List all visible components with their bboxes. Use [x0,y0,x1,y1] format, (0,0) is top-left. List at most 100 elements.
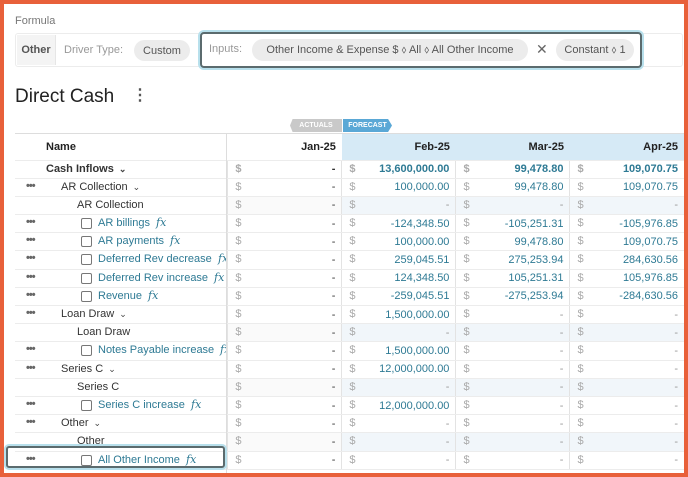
cell-feb[interactable]: $12,000,000.00 [341,360,456,379]
ellipsis-icon[interactable]: ••• [26,343,36,355]
col-header-mar[interactable]: Mar-25 [455,134,570,161]
cell-mar[interactable]: $ -105,251.31 [455,214,570,234]
cell-apr[interactable]: $ - [569,378,684,397]
row-name-cell[interactable]: Series C [15,378,228,397]
row-label[interactable]: All Other Income [98,454,180,466]
row-name-cell[interactable]: ••• Series C ⌄ [15,360,228,379]
ellipsis-icon[interactable]: ••• [26,289,36,301]
cell-mar[interactable]: $ - [455,414,570,434]
row-name-cell[interactable]: ••• Other ⌄ [15,414,228,434]
table-row[interactable]: Loan Draw $ - $ - $ - $ - [15,323,684,343]
cell-mar[interactable]: $99,478.80 [455,232,570,252]
ellipsis-icon[interactable]: ••• [26,271,36,283]
cell-mar[interactable]: $ - [455,378,570,397]
cell-apr[interactable]: $109,070.75 [569,178,684,197]
cell-feb[interactable]: $ - [341,323,456,343]
row-checkbox[interactable] [81,345,92,357]
fx-icon[interactable]: fx [148,289,158,302]
row-label[interactable]: AR billings [98,217,150,229]
inputs-field[interactable]: Inputs: Other Income & Expense $ ⬨ All ⬨… [200,32,642,68]
cell-feb[interactable]: $1,500,000.00 [341,305,456,325]
cell-jan[interactable]: $ - [227,287,342,307]
row-name-cell[interactable]: Loan Draw [15,323,228,343]
table-row[interactable]: ••• Series C ⌄ $ - $12,000,000.00 $ - $ - [15,360,684,379]
ellipsis-icon[interactable]: ••• [26,453,36,465]
ellipsis-icon[interactable]: ••• [26,362,36,374]
row-name-cell[interactable]: AR Collection [15,196,228,216]
table-row[interactable]: ••• All Other Income fx $ - $ - $ - $ - [15,451,684,470]
cell-jan[interactable]: $ - [227,178,342,197]
fx-icon[interactable]: fx [191,398,201,411]
row-name-cell[interactable]: ••• AR payments fx [15,232,228,252]
col-header-apr[interactable]: Apr-25 [569,134,684,161]
cell-jan[interactable]: $ - [227,396,342,416]
col-header-feb[interactable]: Feb-25 [341,134,456,161]
driver-type-chip[interactable]: Custom [134,40,190,61]
row-name-cell[interactable]: ••• Deferred Rev decrease fx [15,250,228,270]
cell-jan[interactable]: $ - [227,432,342,452]
cell-mar[interactable]: $ - [455,305,570,325]
cell-feb[interactable]: $ - [341,414,456,434]
input-chip-constant[interactable]: Constant ⬨ 1 [556,39,634,61]
ellipsis-icon[interactable]: ••• [26,180,36,192]
cell-apr[interactable]: $284,630.56 [569,250,684,270]
cell-apr[interactable]: $ - [569,396,684,416]
ellipsis-icon[interactable]: ••• [26,252,36,264]
cell-jan[interactable]: $ - [227,451,342,470]
clear-input-icon[interactable]: ✕ [536,41,548,58]
chevron-down-icon[interactable]: ⌄ [94,418,102,428]
row-label[interactable]: Series C increase [98,399,185,411]
row-name-cell[interactable]: ••• Revenue fx [15,287,228,307]
table-row[interactable]: ••• AR billings fx $ - $ -124,348.50 $ -105,251.… [15,214,684,234]
cell-jan[interactable]: $ - [227,305,342,325]
row-label[interactable]: Deferred Rev decrease [98,253,212,265]
row-name-cell[interactable]: ••• AR billings fx [15,214,228,234]
cell-jan[interactable]: $ - [227,232,342,252]
table-row[interactable]: •••Notes Payable increasefx$-$1,500,000.… [15,341,684,361]
row-label[interactable]: AR payments [98,235,164,247]
cell-mar[interactable]: $105,251.31 [455,269,570,288]
ellipsis-icon[interactable]: ••• [26,307,36,319]
table-row[interactable]: ••• Deferred Rev decrease fx $ - $259,045.51 $… [15,250,684,270]
cell-mar[interactable]: $ - [455,451,570,470]
cell-feb[interactable]: $1,500,000.00 [341,341,456,361]
cell-apr[interactable]: $ - [569,323,684,343]
ellipsis-icon[interactable]: ••• [26,216,36,228]
cell-mar[interactable]: $ - [455,341,570,361]
cell-apr[interactable]: $105,976.85 [569,269,684,288]
table-row[interactable]: AR Collection $ - $ - $ - $ - [15,196,684,216]
cell-jan[interactable]: $ - [227,214,342,234]
cell-apr[interactable]: $ -284,630.56 [569,287,684,307]
table-row[interactable]: ••• Revenue fx $ - $ -259,045.51 $ -275,253.94 $ -… [15,287,684,307]
row-checkbox[interactable] [81,218,92,230]
cell-apr[interactable]: $ - [569,414,684,434]
row-checkbox[interactable] [81,236,92,248]
cell-feb[interactable]: $ -259,045.51 [341,287,456,307]
row-label[interactable]: Notes Payable increase [98,344,214,356]
cell-apr[interactable]: $ - [569,451,684,470]
table-row[interactable]: Other $ - $ - $ - $ - [15,432,684,452]
cell-apr[interactable]: $109,070.75 [569,232,684,252]
cell-jan[interactable]: $ - [227,378,342,397]
cell-feb[interactable]: $ - [341,378,456,397]
row-name-cell[interactable]: ••• All Other Income fx [15,451,228,470]
input-chip-other-income[interactable]: Other Income & Expense $ ⬨ All ⬨ All Oth… [252,39,528,61]
cell-feb[interactable]: $ - [341,196,456,216]
cell-mar[interactable]: $99,478.80 [455,160,570,179]
row-label[interactable]: Revenue [98,290,142,302]
cell-feb[interactable]: $100,000.00 [341,232,456,252]
cell-mar[interactable]: $ - [455,196,570,216]
table-row[interactable]: Cash Inflows ⌄ $ - $13,600,000.00 $99,478.80 $… [15,160,684,179]
cell-feb[interactable]: $100,000.00 [341,178,456,197]
col-header-name[interactable]: Name [15,134,228,161]
ellipsis-icon[interactable]: ••• [26,416,36,428]
cell-jan[interactable]: $ - [227,414,342,434]
row-checkbox[interactable] [81,272,92,284]
row-name-cell[interactable]: Cash Inflows ⌄ [15,160,228,179]
row-name-cell[interactable]: •••Notes Payable increasefx [15,341,228,361]
chevron-down-icon[interactable]: ⌄ [108,364,116,374]
chevron-down-icon[interactable]: ⌄ [133,182,141,192]
cell-mar[interactable]: $ - [455,432,570,452]
cell-mar[interactable]: $ - [455,396,570,416]
cell-feb[interactable]: $259,045.51 [341,250,456,270]
